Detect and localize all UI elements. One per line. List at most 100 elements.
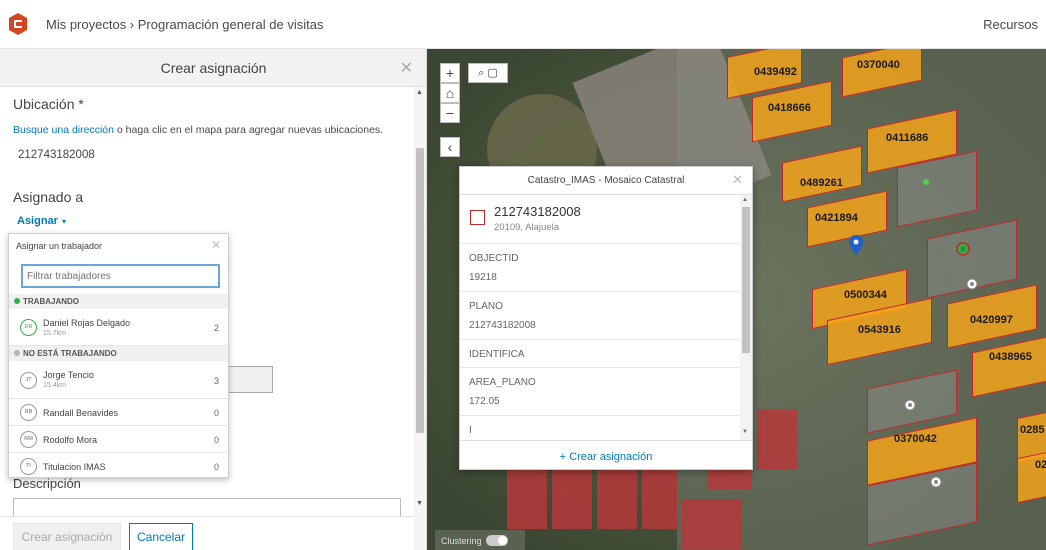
clustering-label: Clustering	[441, 536, 482, 546]
field-row: I	[460, 415, 739, 441]
parcel-label: 0370040	[857, 59, 900, 71]
collapse-panel-button[interactable]: ‹	[440, 137, 460, 157]
parcel-label: 0543916	[858, 324, 901, 336]
assign-worker-dropdown: Asignar un trabajador ✕ TRABAJANDO DR Da…	[8, 233, 229, 478]
search-tools[interactable]: ⌕ ▢	[468, 63, 508, 83]
worker-count: 2	[213, 323, 219, 333]
scroll-up-icon[interactable]: ▲	[416, 89, 423, 96]
feature-subtitle: 20109, Alajuela	[494, 222, 559, 233]
scroll-up-icon[interactable]: ▲	[742, 197, 748, 203]
avatar: RM	[20, 431, 37, 448]
create-assignment-button[interactable]: Crear asignación	[13, 523, 121, 550]
scroll-down-icon[interactable]: ▼	[416, 500, 423, 507]
parcel-label: 0411686	[886, 132, 929, 144]
assign-dropdown-button[interactable]: Asignar ▾	[17, 215, 66, 227]
dropdown-title: Asignar un trabajador	[16, 241, 103, 251]
parcel-label: 0420997	[970, 314, 1013, 326]
app-logo-icon[interactable]	[8, 13, 28, 35]
section-working-label: TRABAJANDO	[23, 297, 79, 306]
avatar: JT	[20, 372, 37, 389]
worker-row[interactable]: DR Daniel Rojas Delgado 15.7km 2	[9, 310, 228, 346]
avatar: DR	[20, 319, 37, 336]
location-hint-text: o haga clic en el mapa para agregar nuev…	[114, 124, 384, 136]
worker-name: Daniel Rojas Delgado	[43, 318, 131, 328]
parcel-label: 0285	[1020, 424, 1045, 436]
assigned-label: Asignado a	[13, 189, 84, 205]
create-assignment-link[interactable]: + Crear asignación	[460, 451, 752, 463]
clustering-toggle[interactable]	[485, 535, 508, 546]
select-icon[interactable]: ▢	[487, 67, 497, 79]
worker-row[interactable]: JT Jorge Tencio 15.4km 3	[9, 362, 228, 399]
assignment-marker-icon[interactable]	[904, 399, 916, 411]
worker-count: 3	[213, 376, 219, 386]
feature-popup: Catastro_IMAS - Mosaico Catastral ✕ 2127…	[459, 166, 753, 470]
chevron-down-icon: ▾	[61, 217, 66, 226]
description-field[interactable]	[13, 498, 401, 516]
location-pin-icon[interactable]	[849, 235, 863, 255]
section-not-working-label: NO ESTÁ TRABAJANDO	[23, 349, 117, 358]
green-dot-icon	[923, 179, 929, 185]
worker-row[interactable]: RM Rodolfo Mora 0	[9, 426, 228, 453]
field-key: IDENTIFICA	[469, 349, 525, 360]
parcel[interactable]	[1017, 449, 1046, 504]
field-row: OBJECTID 19218	[460, 243, 739, 291]
feature-id: 212743182008	[494, 204, 581, 219]
assign-link-label: Asignar	[17, 215, 58, 227]
parcel-label: 0439492	[754, 66, 797, 78]
breadcrumb[interactable]: Mis proyectos › Programación general de …	[46, 17, 323, 32]
worker-count: 0	[213, 408, 219, 418]
popup-title: Catastro_IMAS - Mosaico Catastral	[527, 175, 685, 186]
cancel-button[interactable]: Cancelar	[129, 523, 193, 550]
field-value: 19218	[469, 272, 497, 283]
working-status-icon	[14, 298, 20, 304]
filter-workers-input[interactable]	[21, 264, 220, 288]
worker-distance: 15.4km	[43, 382, 66, 389]
clustering-toggle-control[interactable]: Clustering	[435, 530, 525, 550]
location-value[interactable]: 212743182008	[18, 149, 95, 161]
zoom-out-button[interactable]: −	[440, 103, 460, 123]
parcel-label: 0421894	[815, 212, 858, 224]
worker-name: Rodolfo Mora	[43, 435, 98, 445]
not-working-status-icon	[14, 350, 20, 356]
search-icon[interactable]: ⌕	[478, 67, 484, 79]
panel-scrollbar-thumb[interactable]	[416, 148, 424, 433]
assignment-marker-icon[interactable]	[930, 476, 942, 488]
worker-location-icon[interactable]	[956, 242, 970, 256]
panel-title: Crear asignación	[160, 60, 267, 76]
worker-name: Jorge Tencio	[43, 370, 94, 380]
home-icon[interactable]: ⌂	[440, 83, 460, 103]
location-hint: Busque una dirección o haga clic en el m…	[13, 124, 383, 136]
parcel-label: 0500344	[844, 289, 887, 301]
worker-distance: 15.7km	[43, 330, 66, 337]
worker-row[interactable]: RB Randall Benavides 0	[9, 399, 228, 426]
parcel-label: 0418666	[768, 102, 811, 114]
hidden-input-field[interactable]	[226, 366, 273, 393]
field-key: PLANO	[469, 301, 503, 312]
worker-row[interactable]: TI Titulacion IMAS 0	[9, 453, 228, 477]
close-icon[interactable]: ✕	[211, 238, 221, 252]
section-working: TRABAJANDO	[9, 294, 228, 309]
parcel-label: 0489261	[800, 177, 843, 189]
scroll-down-icon[interactable]: ▼	[742, 429, 748, 435]
avatar: TI	[20, 458, 37, 475]
field-key: OBJECTID	[469, 253, 519, 264]
section-not-working: NO ESTÁ TRABAJANDO	[9, 346, 228, 361]
worker-name: Randall Benavides	[43, 408, 119, 418]
field-row: IDENTIFICA	[460, 339, 739, 367]
popup-scrollbar-thumb[interactable]	[742, 207, 750, 353]
parcel-label: 02	[1035, 459, 1046, 471]
worker-count: 0	[213, 462, 219, 472]
zoom-in-button[interactable]: +	[440, 63, 460, 83]
resources-link[interactable]: Recursos	[983, 17, 1038, 32]
close-icon[interactable]: ✕	[732, 172, 743, 188]
parcel-label: 0370042	[894, 433, 937, 445]
dropdown-header: Asignar un trabajador ✕	[9, 234, 228, 258]
close-icon[interactable]: ✕	[400, 58, 413, 78]
parcel-label: 0438965	[989, 351, 1032, 363]
assignment-marker-icon[interactable]	[966, 278, 978, 290]
worker-name: Titulacion IMAS	[43, 462, 106, 472]
popup-header: Catastro_IMAS - Mosaico Catastral ✕	[460, 167, 752, 195]
search-address-link[interactable]: Busque una dirección	[13, 124, 114, 136]
worker-count: 0	[213, 435, 219, 445]
panel-header: Crear asignación ✕	[0, 49, 426, 87]
